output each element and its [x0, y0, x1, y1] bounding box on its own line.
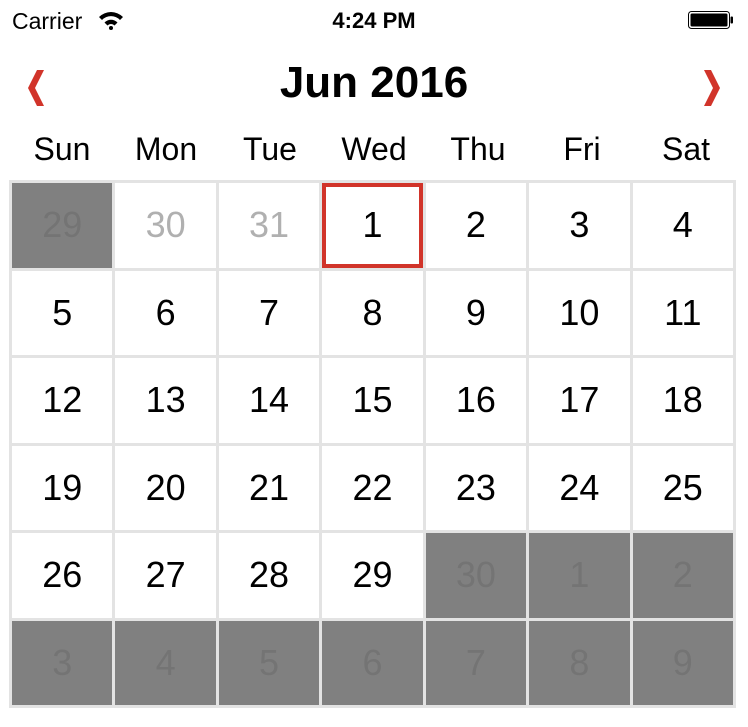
weekday-label: Thu: [450, 131, 506, 167]
day-cell[interactable]: 13: [115, 358, 216, 443]
day-cell[interactable]: 21: [218, 445, 320, 530]
day-cell[interactable]: 2: [632, 533, 733, 618]
weekday-label: Tue: [243, 131, 297, 167]
day-cell[interactable]: 25: [632, 445, 733, 530]
day-cell[interactable]: 3: [529, 183, 630, 268]
day-cell[interactable]: 6: [115, 270, 216, 355]
day-cell[interactable]: 23: [425, 445, 527, 530]
day-cell[interactable]: 18: [632, 358, 733, 443]
day-cell[interactable]: 22: [322, 445, 423, 530]
day-cell[interactable]: 30: [425, 533, 527, 618]
status-bar: Carrier 4:24 PM: [0, 0, 748, 40]
day-cell[interactable]: 3: [12, 620, 113, 705]
weekday-header-row: Sun Mon Tue Wed Thu Fri Sat: [10, 124, 738, 174]
day-cell[interactable]: 1: [529, 533, 630, 618]
day-cell[interactable]: 26: [12, 533, 113, 618]
day-cell[interactable]: 5: [12, 270, 113, 355]
day-cell[interactable]: 6: [322, 620, 423, 705]
day-cell[interactable]: 7: [425, 620, 527, 705]
day-cell[interactable]: 8: [529, 620, 630, 705]
weekday-label: Wed: [341, 131, 407, 167]
day-cell[interactable]: 16: [425, 358, 527, 443]
day-cell[interactable]: 29: [12, 183, 113, 268]
day-cell[interactable]: 17: [529, 358, 630, 443]
day-cell[interactable]: 28: [218, 533, 320, 618]
day-cell[interactable]: 2: [425, 183, 527, 268]
calendar-header: Jun 2016: [0, 52, 748, 116]
day-cell[interactable]: 5: [218, 620, 320, 705]
chevron-right-icon: [704, 70, 720, 106]
weekday-label: Sun: [33, 131, 91, 167]
weekday-label: Sat: [661, 131, 711, 167]
day-cell[interactable]: 24: [529, 445, 630, 530]
day-cell[interactable]: 9: [425, 270, 527, 355]
day-cell[interactable]: 8: [322, 270, 423, 355]
battery-icon: [688, 11, 733, 29]
day-cell[interactable]: 31: [218, 183, 320, 268]
day-cell[interactable]: 29: [322, 533, 423, 618]
day-cell[interactable]: 4: [115, 620, 216, 705]
day-cell[interactable]: 12: [12, 358, 113, 443]
weekday-label: Fri: [563, 131, 601, 167]
day-cell[interactable]: 14: [218, 358, 320, 443]
month-title: Jun 2016: [279, 58, 469, 107]
day-cell-selected[interactable]: 1: [322, 183, 423, 268]
status-time: 4:24 PM: [332, 8, 416, 33]
day-cell[interactable]: 7: [218, 270, 320, 355]
day-cell[interactable]: 9: [632, 620, 733, 705]
day-cell[interactable]: 27: [115, 533, 216, 618]
weekday-label: Mon: [134, 131, 198, 167]
next-month-button[interactable]: [690, 58, 730, 110]
day-cell[interactable]: 20: [115, 445, 216, 530]
day-cell[interactable]: 4: [632, 183, 733, 268]
day-cell[interactable]: 15: [322, 358, 423, 443]
day-cell[interactable]: 19: [12, 445, 113, 530]
day-cell[interactable]: 30: [115, 183, 216, 268]
calendar-grid: 29 30 31 1 2 3 4 5 6 7 8 9 10 11 12 13 14 15 16 17 18 19 20 21 2…: [9, 180, 736, 708]
day-cell[interactable]: 10: [529, 270, 630, 355]
day-cell[interactable]: 11: [632, 270, 733, 355]
